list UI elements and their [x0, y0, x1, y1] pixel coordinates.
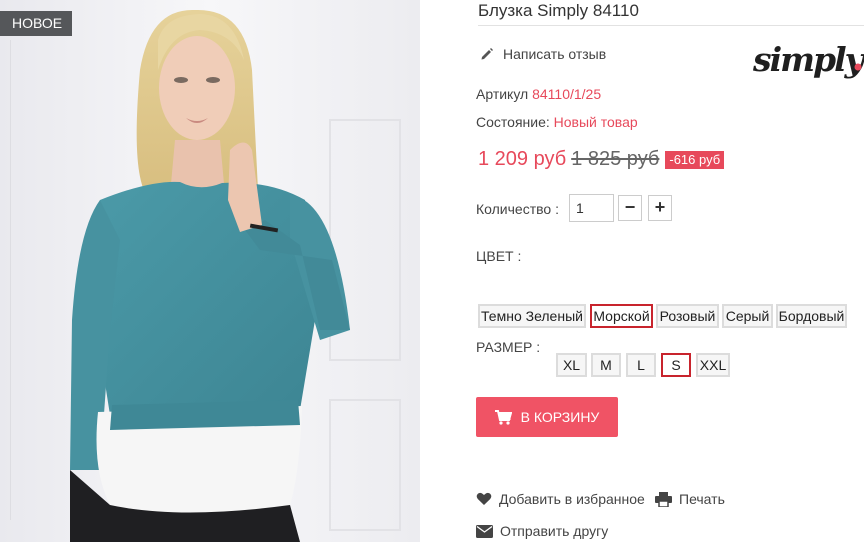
add-to-wishlist-label: Добавить в избранное: [499, 491, 645, 507]
product-photo: [0, 0, 420, 542]
color-option-dark-green[interactable]: Темно Зеленый: [478, 304, 586, 328]
color-option-sea[interactable]: Морской: [590, 304, 653, 328]
product-info: Блузка Simply 84110 Написать отзыв simpl…: [458, 0, 864, 542]
write-review-label: Написать отзыв: [503, 46, 607, 62]
write-review-link[interactable]: Написать отзыв: [480, 46, 606, 62]
printer-icon: [655, 491, 672, 507]
product-image[interactable]: НОВОЕ: [0, 0, 420, 542]
sku-value: 84110/1/25: [532, 86, 602, 102]
quantity-label: Количество :: [476, 201, 559, 217]
new-badge: НОВОЕ: [0, 11, 73, 36]
size-option-xl[interactable]: XL: [556, 353, 587, 377]
heart-icon: [476, 492, 492, 505]
quantity-increase-button[interactable]: +: [648, 195, 672, 221]
condition-label: Состояние:: [476, 114, 550, 130]
price-row: 1 209 руб 1 825 руб -616 руб: [478, 148, 725, 171]
old-price: 1 825 руб: [571, 148, 660, 170]
current-price: 1 209 руб: [478, 148, 567, 170]
size-option-xxl[interactable]: XXL: [696, 353, 730, 377]
gutter: [420, 0, 458, 542]
sku-row: Артикул 84110/1/25: [476, 86, 601, 102]
condition-value: Новый товар: [553, 114, 638, 130]
size-label: РАЗМЕР :: [476, 339, 541, 355]
sku-label: Артикул: [476, 86, 529, 102]
product-title: Блузка Simply 84110: [478, 1, 639, 20]
quantity-decrease-button[interactable]: −: [618, 195, 642, 221]
brand-logo[interactable]: simply: [751, 37, 864, 93]
add-to-cart-button[interactable]: В КОРЗИНУ: [476, 397, 618, 437]
discount-badge: -616 руб: [665, 150, 725, 169]
title-divider: [478, 25, 864, 26]
print-link[interactable]: Печать: [655, 491, 725, 507]
color-option-burgundy[interactable]: Бордовый: [776, 304, 847, 328]
quantity-input[interactable]: [569, 194, 614, 222]
size-option-l[interactable]: L: [626, 353, 656, 377]
add-to-cart-label: В КОРЗИНУ: [520, 409, 600, 425]
condition-row: Состояние: Новый товар: [476, 114, 638, 130]
size-option-s[interactable]: S: [661, 353, 691, 377]
send-to-friend-link[interactable]: Отправить другу: [476, 523, 608, 539]
color-option-pink[interactable]: Розовый: [656, 304, 719, 328]
size-option-m[interactable]: M: [591, 353, 621, 377]
add-to-wishlist-link[interactable]: Добавить в избранное: [476, 491, 645, 507]
svg-text:simply: simply: [752, 40, 864, 79]
cart-icon: [494, 409, 512, 425]
pencil-icon: [481, 48, 493, 60]
print-label: Печать: [679, 491, 725, 507]
color-label: ЦВЕТ :: [476, 248, 522, 264]
color-option-gray[interactable]: Серый: [722, 304, 773, 328]
send-to-friend-label: Отправить другу: [500, 523, 609, 539]
envelope-icon: [476, 524, 493, 538]
